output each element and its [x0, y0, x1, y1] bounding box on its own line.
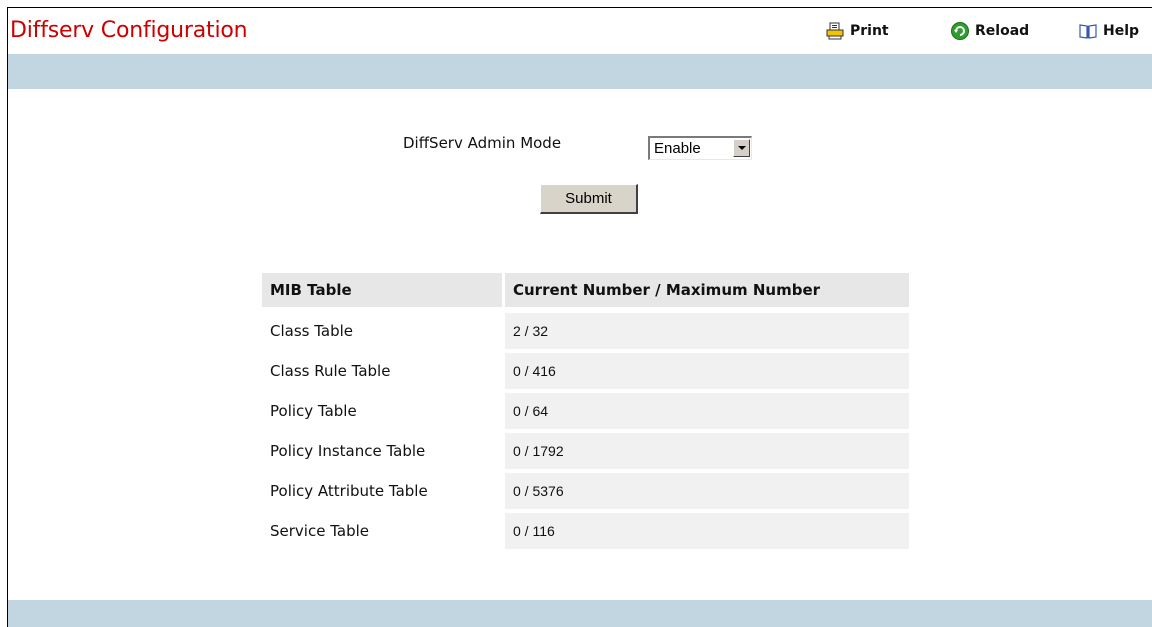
table-row: Class Table 2 / 32	[262, 312, 909, 352]
page-title: Diffserv Configuration	[10, 18, 248, 43]
mib-table: MIB Table Current Number / Maximum Numbe…	[262, 272, 909, 552]
table-row: Service Table 0 / 116	[262, 512, 909, 552]
column-header-current-max: Current Number / Maximum Number	[505, 273, 909, 307]
table-row: Policy Table 0 / 64	[262, 392, 909, 432]
help-label: Help	[1103, 23, 1140, 39]
table-row: Class Rule Table 0 / 416	[262, 352, 909, 392]
reload-label: Reload	[975, 23, 1030, 39]
chevron-down-icon[interactable]	[733, 139, 750, 157]
row-name: Policy Table	[270, 402, 357, 420]
footer-band	[8, 600, 1152, 627]
reload-icon	[950, 21, 970, 41]
admin-mode-select[interactable]: Enable	[648, 136, 752, 160]
submit-button[interactable]: Submit	[540, 184, 638, 214]
header-band	[8, 54, 1152, 89]
column-header-mib-table: MIB Table	[262, 273, 502, 307]
row-name: Class Table	[270, 322, 354, 340]
row-value: 0 / 116	[505, 513, 909, 549]
help-link[interactable]: Help	[1078, 20, 1139, 42]
row-value: 2 / 32	[505, 313, 909, 349]
print-link[interactable]: Print	[825, 20, 889, 42]
admin-mode-value: Enable	[654, 140, 701, 157]
row-value: 0 / 1792	[505, 433, 909, 469]
row-name: Service Table	[270, 522, 369, 540]
row-value: 0 / 416	[505, 353, 909, 389]
page-frame: Diffserv Configuration Print Reload Help…	[7, 7, 1152, 627]
row-name: Policy Attribute Table	[270, 482, 428, 500]
print-label: Print	[850, 23, 889, 39]
row-name: Class Rule Table	[270, 362, 391, 380]
row-value: 0 / 64	[505, 393, 909, 429]
table-header-row: MIB Table Current Number / Maximum Numbe…	[262, 272, 909, 312]
printer-icon	[825, 21, 845, 41]
row-name: Policy Instance Table	[270, 442, 426, 460]
book-icon	[1078, 21, 1098, 41]
admin-mode-label: DiffServ Admin Mode	[403, 134, 562, 152]
page-header: Diffserv Configuration Print Reload Help	[8, 8, 1152, 54]
table-row: Policy Instance Table 0 / 1792	[262, 432, 909, 472]
reload-link[interactable]: Reload	[950, 20, 1029, 42]
row-value: 0 / 5376	[505, 473, 909, 509]
table-row: Policy Attribute Table 0 / 5376	[262, 472, 909, 512]
